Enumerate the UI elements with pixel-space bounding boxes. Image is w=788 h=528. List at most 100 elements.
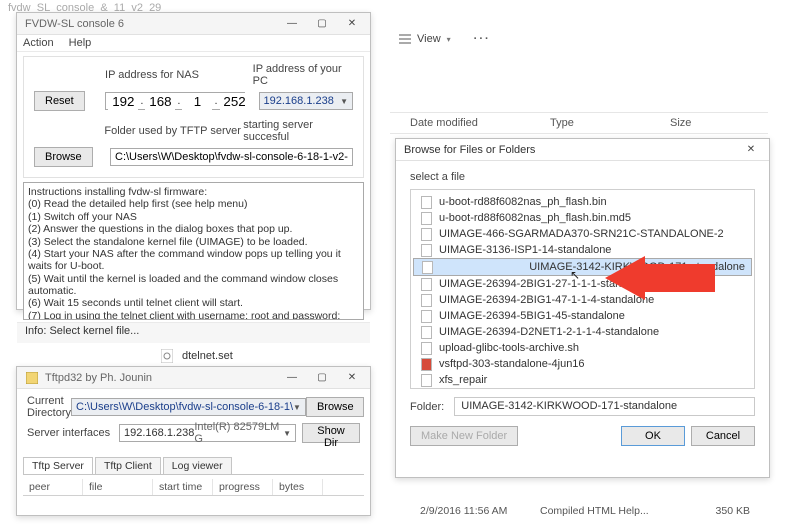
srvif-ip: 192.168.1.238 [124,427,194,439]
curdir-value: C:\Users\W\Desktop\fvdw-sl-console-6-18-… [76,401,293,413]
more-menu[interactable]: ··· [474,33,491,45]
file-item[interactable]: vsftpd-303-standalone-4jun16 [413,356,752,372]
dialog-title: Browse for Files or Folders [404,144,535,156]
file-item[interactable]: u-boot-rd88f6082nas_ph_flash.bin [413,194,752,210]
file-item[interactable]: xterm [413,388,752,389]
col-start[interactable]: start time [153,479,213,495]
folder-label: Folder used by TFTP server [104,125,243,137]
ip-octet-3[interactable] [182,93,212,110]
tabs: Tftp Server Tftp Client Log viewer [23,457,364,475]
ip-nas-input[interactable]: . . . [105,92,245,110]
file-date: 2/9/2016 11:56 AM [420,505,540,517]
titlebar[interactable]: Tftpd32 by Ph. Jounin — ▢ ✕ [17,367,370,389]
file-type: Compiled HTML Help... [540,505,690,517]
file-size: 350 KB [690,505,750,517]
file-icon [419,243,433,257]
explorer-toolbar: View ▾ ··· [390,30,491,48]
file-item-label: u-boot-rd88f6082nas_ph_flash.bin [439,196,607,208]
col-file[interactable]: file [83,479,153,495]
file-item[interactable]: UIMAGE-3136-ISP1-14-standalone [413,242,752,258]
col-peer[interactable]: peer [23,479,83,495]
reset-button[interactable]: Reset [34,91,85,111]
menu-action[interactable]: Action [23,37,54,49]
tab-server[interactable]: Tftp Server [23,457,93,474]
file-icon [419,341,433,355]
file-item[interactable]: u-boot-rd88f6082nas_ph_flash.bin.md5 [413,210,752,226]
file-item-label: xfs_repair [439,374,487,386]
file-icon [419,195,433,209]
view-menu[interactable]: View ▾ [390,30,460,48]
showdir-button[interactable]: Show Dir [302,423,360,443]
maximize-button[interactable]: ▢ [308,15,336,33]
file-icon [419,211,433,225]
close-button[interactable]: ✕ [338,369,366,387]
browse-button[interactable]: Browse [306,397,364,417]
curdir-label: Current Directory [27,395,71,419]
file-item-label: UIMAGE-26394-5BIG1-45-standalone [439,310,625,322]
dropdown-icon: ▼ [293,403,301,412]
ip-pc-value: 192.168.1.238 [264,95,334,107]
file-item[interactable]: UIMAGE-26394-5BIG1-45-standalone [413,308,752,324]
file-item[interactable]: UIMAGE-3142-KIRKWOOD-171-standalone [413,258,752,276]
file-icon [419,277,433,291]
dropdown-icon: ▼ [340,97,348,106]
srvif-nic: Intel(R) 82579LM G [194,421,283,445]
ip-octet-4[interactable] [220,93,250,110]
view-label: View [417,33,441,45]
ip-octet-2[interactable] [145,93,175,110]
srvif-select[interactable]: 192.168.1.238 Intel(R) 82579LM G ▼ [119,424,296,442]
ip-octet-1[interactable] [108,93,138,110]
menubar: Action Help [17,35,370,52]
titlebar[interactable]: Browse for Files or Folders ✕ [396,139,769,161]
minimize-button[interactable]: — [278,15,306,33]
col-type[interactable]: Type [530,117,650,129]
file-icon [420,260,434,274]
close-button[interactable]: ✕ [338,15,366,33]
file-item-label: UIMAGE-26394-2BIG1-47-1-1-4-standalone [439,294,654,306]
status-label: starting server succesful [243,119,353,143]
file-item[interactable]: UIMAGE-26394-2BIG1-47-1-1-4-standalone [413,292,752,308]
app-icon [25,371,39,385]
minimize-button[interactable]: — [278,369,306,387]
menu-help[interactable]: Help [69,37,92,49]
file-icon [419,227,433,241]
maximize-button[interactable]: ▢ [308,369,336,387]
fvdw-console-window: FVDW-SL console 6 — ▢ ✕ Action Help IP a… [16,12,371,310]
file-item[interactable]: UIMAGE-26394-2BIG1-27-1-1-1-standalone [413,276,752,292]
file-item-label: UIMAGE-26394-2BIG1-27-1-1-1-standalone [439,278,654,290]
make-new-folder-button[interactable]: Make New Folder [410,426,518,446]
col-bytes[interactable]: bytes [273,479,323,495]
col-date[interactable]: Date modified [390,117,530,129]
srvif-label: Server interfaces [27,427,119,439]
file-item-label: vsftpd-303-standalone-4jun16 [439,358,585,370]
folder-label: Folder: [410,401,444,413]
file-item-label: UIMAGE-26394-D2NET1-2-1-1-4-standalone [439,326,659,338]
file-name: dtelnet.set [182,350,233,362]
browse-button[interactable]: Browse [34,147,93,167]
ip-pc-select[interactable]: 192.168.1.238 ▼ [259,92,354,110]
file-item[interactable]: UIMAGE-26394-D2NET1-2-1-1-4-standalone [413,324,752,340]
file-item[interactable]: xfs_repair [413,372,752,388]
folder-path-input[interactable] [110,148,353,166]
cancel-button[interactable]: Cancel [691,426,755,446]
ok-button[interactable]: OK [621,426,685,446]
instructions-text[interactable]: Instructions installing fvdw-sl firmware… [23,182,364,320]
list-columns: peer file start time progress bytes [23,479,364,496]
file-item[interactable]: UIMAGE-466-SGARMADA370-SRN21C-STANDALONE… [413,226,752,242]
col-size[interactable]: Size [650,117,740,129]
file-item[interactable]: upload-glibc-tools-archive.sh [413,340,752,356]
col-progress[interactable]: progress [213,479,273,495]
tab-client[interactable]: Tftp Client [95,457,161,474]
close-button[interactable]: ✕ [737,141,765,159]
folder-field[interactable]: UIMAGE-3142-KIRKWOOD-171-standalone [454,397,755,416]
file-icon [419,357,433,371]
titlebar[interactable]: FVDW-SL console 6 — ▢ ✕ [17,13,370,35]
curdir-select[interactable]: C:\Users\W\Desktop\fvdw-sl-console-6-18-… [71,398,306,416]
file-item-label: upload-glibc-tools-archive.sh [439,342,579,354]
file-icon [419,309,433,323]
file-item-label: UIMAGE-3136-ISP1-14-standalone [439,244,611,256]
tab-log[interactable]: Log viewer [163,457,232,474]
chevron-down-icon: ▾ [447,35,451,44]
file-list[interactable]: u-boot-rd88f6082nas_ph_flash.bin u-boot-r… [410,189,755,389]
ip-nas-label: IP address for NAS [105,69,253,81]
